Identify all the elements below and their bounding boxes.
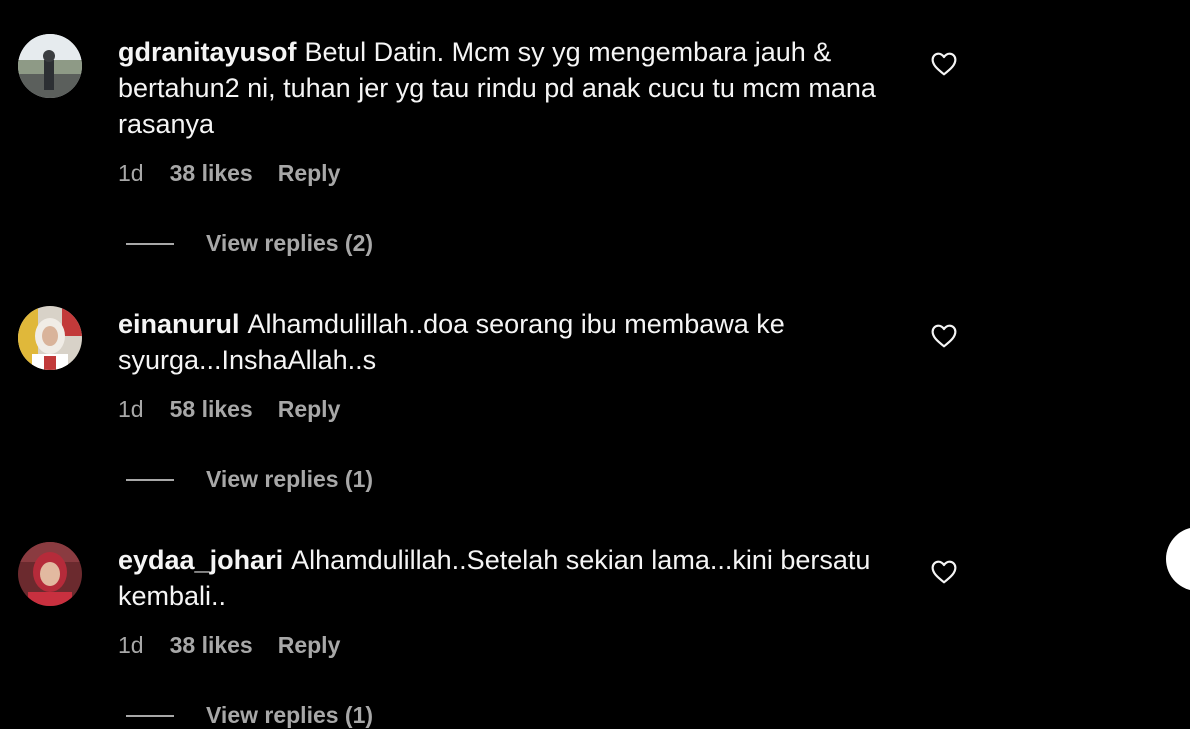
avatar-image xyxy=(18,306,82,370)
view-replies-label: View replies (1) xyxy=(206,466,374,492)
comment-age: 1d xyxy=(118,160,144,186)
avatar[interactable] xyxy=(18,542,82,606)
heart-outline-icon[interactable] xyxy=(931,324,957,348)
comment-username[interactable]: gdranitayusof xyxy=(118,37,297,67)
view-replies-button[interactable]: View replies (2) xyxy=(126,230,373,257)
comment-meta: 1d 38 likes Reply xyxy=(118,160,340,187)
avatar-image xyxy=(18,542,82,606)
comment-meta: 1d 58 likes Reply xyxy=(118,396,340,423)
reply-button[interactable]: Reply xyxy=(278,160,341,187)
reply-button[interactable]: Reply xyxy=(278,396,341,423)
view-replies-button[interactable]: View replies (1) xyxy=(126,702,373,729)
view-replies-button[interactable]: View replies (1) xyxy=(126,466,373,493)
comment-body: einanurul Alhamdulillah..doa seorang ibu … xyxy=(118,306,908,378)
avatar[interactable] xyxy=(18,306,82,370)
avatar-image xyxy=(18,34,82,98)
heart-outline-icon[interactable] xyxy=(931,560,957,584)
replies-divider-line xyxy=(126,714,174,717)
replies-divider-line xyxy=(126,242,174,245)
comment-likes[interactable]: 38 likes xyxy=(170,632,253,659)
comment-likes[interactable]: 58 likes xyxy=(170,396,253,423)
view-replies-label: View replies (2) xyxy=(206,230,374,256)
comment-body: eydaa_johari Alhamdulillah..Setelah sekia… xyxy=(118,542,908,614)
comment-age: 1d xyxy=(118,396,144,422)
comment-body: gdranitayusof Betul Datin. Mcm sy yg meng… xyxy=(118,34,908,142)
comment-age: 1d xyxy=(118,632,144,658)
view-replies-label: View replies (1) xyxy=(206,702,374,728)
carousel-next-button[interactable] xyxy=(1166,527,1190,591)
replies-divider-line xyxy=(126,478,174,481)
heart-outline-icon[interactable] xyxy=(931,52,957,76)
comment-meta: 1d 38 likes Reply xyxy=(118,632,340,659)
avatar[interactable] xyxy=(18,34,82,98)
comment-username[interactable]: eydaa_johari xyxy=(118,545,283,575)
reply-button[interactable]: Reply xyxy=(278,632,341,659)
comment-username[interactable]: einanurul xyxy=(118,309,240,339)
comment-likes[interactable]: 38 likes xyxy=(170,160,253,187)
